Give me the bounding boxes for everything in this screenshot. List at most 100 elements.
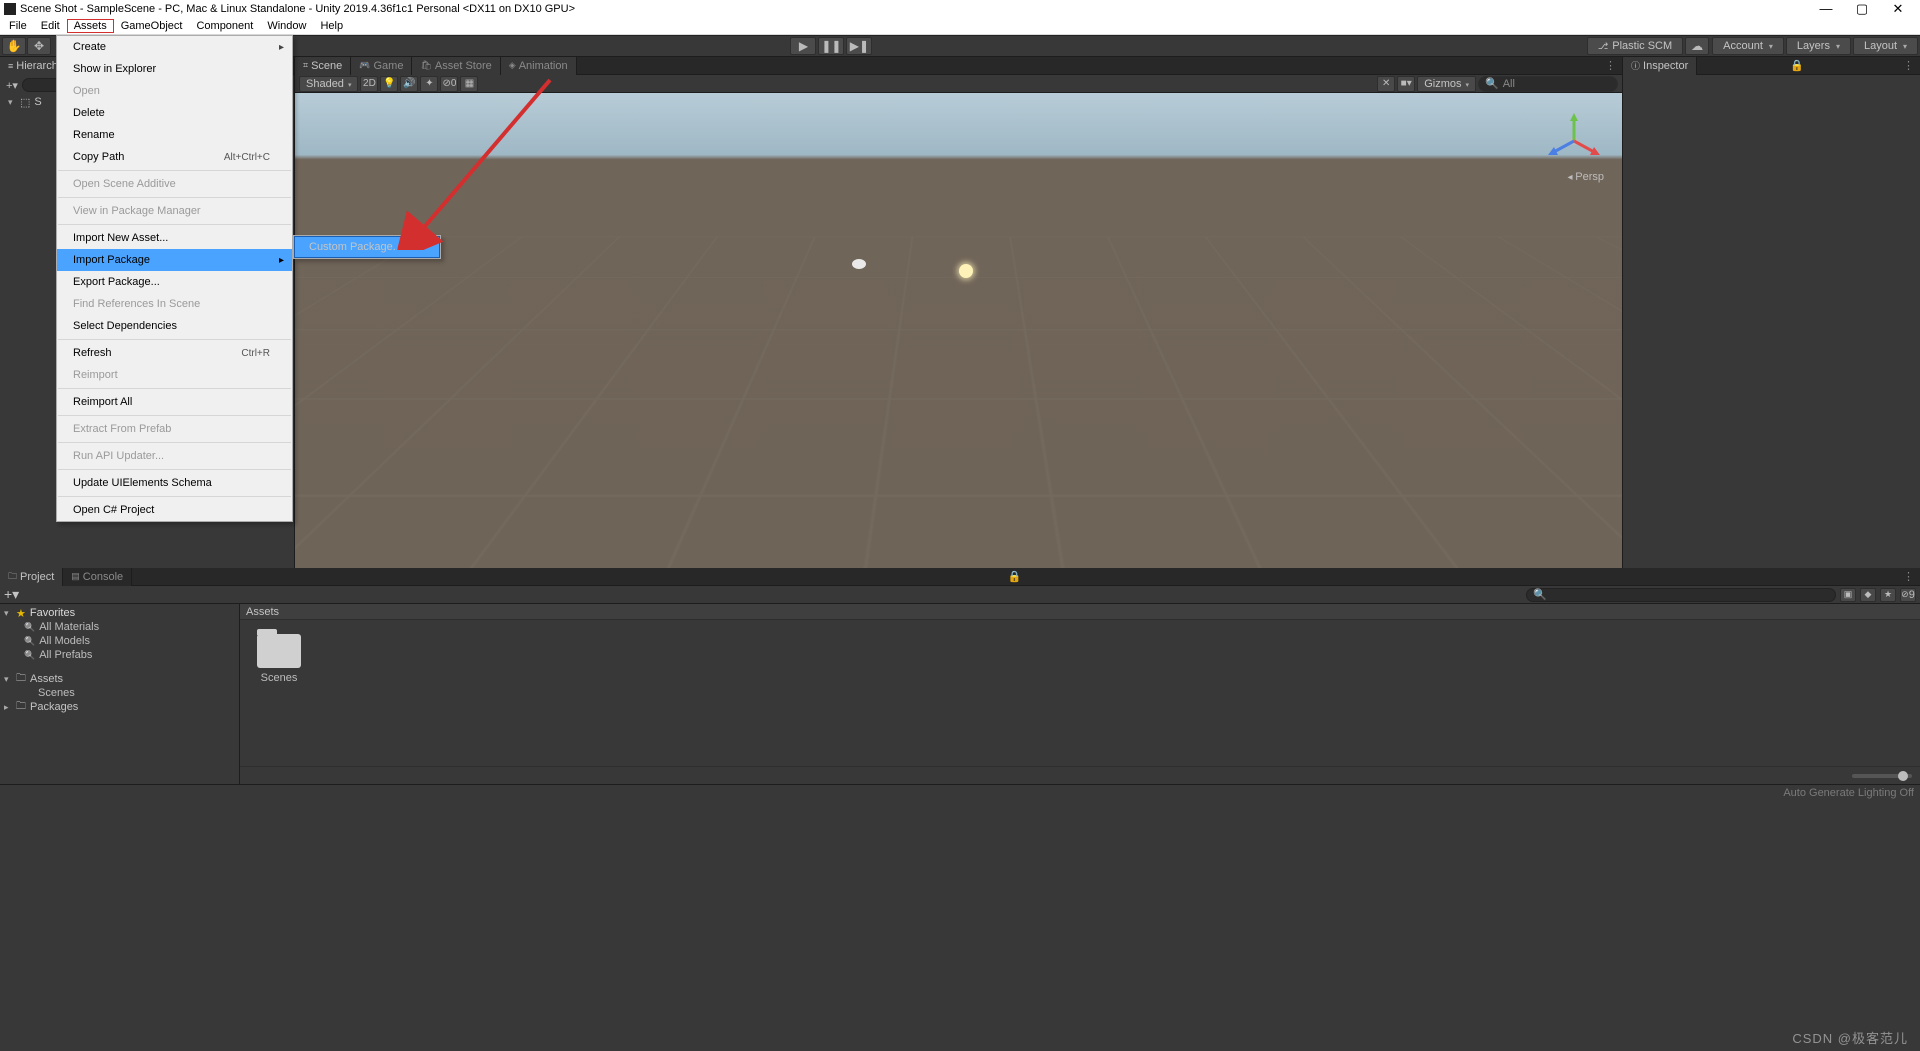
menu-create[interactable]: Create <box>57 36 292 58</box>
move-tool-button[interactable]: ✥ <box>27 37 51 55</box>
status-bar: Auto Generate Lighting Off <box>0 784 1920 802</box>
account-dropdown[interactable]: Account <box>1712 37 1784 55</box>
assets-folder[interactable]: ▾Assets <box>0 672 239 686</box>
thumbnail-size-slider[interactable] <box>1852 774 1912 778</box>
layers-dropdown[interactable]: Layers <box>1786 37 1851 55</box>
menu-window[interactable]: Window <box>260 19 313 33</box>
fx-toggle-icon[interactable]: ✦ <box>420 76 438 92</box>
unity-logo-icon: ⬚ <box>20 96 30 109</box>
menu-separator <box>58 197 291 198</box>
window-controls: — ▢ ✕ <box>1816 1 1916 17</box>
menu-refresh[interactable]: RefreshCtrl+R <box>57 342 292 364</box>
minimize-button[interactable]: — <box>1816 1 1836 17</box>
layout-dropdown[interactable]: Layout <box>1853 37 1918 55</box>
fav-all-prefabs[interactable]: All Prefabs <box>0 648 239 662</box>
game-tab-label: Game <box>374 60 404 72</box>
menu-open: Open <box>57 80 292 102</box>
inspector-panel: ⓘInspector 🔒 ⋮ <box>1623 57 1920 568</box>
lock-icon[interactable]: 🔒 <box>1784 59 1810 72</box>
console-tab-label: Console <box>83 571 123 583</box>
projection-label[interactable]: ◂ Persp <box>1567 171 1604 183</box>
tab-scene[interactable]: ⌗Scene <box>295 57 351 75</box>
packages-folder[interactable]: ▸Packages <box>0 700 239 714</box>
menu-update-uielements-schema[interactable]: Update UIElements Schema <box>57 472 292 494</box>
orientation-gizmo[interactable] <box>1544 111 1604 171</box>
menu-assets[interactable]: Assets <box>67 19 114 33</box>
project-search-input[interactable]: 🔍 <box>1526 588 1836 602</box>
close-button[interactable]: ✕ <box>1888 1 1908 17</box>
filter-by-type-icon[interactable]: ▣ <box>1840 588 1856 602</box>
play-button[interactable]: ▶ <box>790 37 816 55</box>
panel-menu-icon[interactable]: ⋮ <box>1599 59 1622 72</box>
folder-icon <box>257 634 301 668</box>
step-button[interactable]: ▶❚ <box>846 37 872 55</box>
menu-component[interactable]: Component <box>189 19 260 33</box>
console-icon: ▤ <box>71 571 80 582</box>
hand-tool-button[interactable]: ✋ <box>2 37 26 55</box>
grid-toggle-icon[interactable]: ▦ <box>460 76 478 92</box>
favorites-header[interactable]: ▾★Favorites <box>0 606 239 620</box>
menu-export-package[interactable]: Export Package... <box>57 271 292 293</box>
title-bar: Scene Shot - SampleScene - PC, Mac & Lin… <box>0 0 1920 17</box>
menu-reimport-all[interactable]: Reimport All <box>57 391 292 413</box>
menu-import-new-asset[interactable]: Import New Asset... <box>57 227 292 249</box>
folder-icon <box>16 671 26 688</box>
fav-all-materials[interactable]: All Materials <box>0 620 239 634</box>
submenu-custom-package[interactable]: Custom Package... <box>294 236 440 258</box>
tab-project[interactable]: 🗀Project <box>0 568 63 586</box>
tab-inspector[interactable]: ⓘInspector <box>1623 57 1697 75</box>
menu-select-dependencies[interactable]: Select Dependencies <box>57 315 292 337</box>
menu-help[interactable]: Help <box>313 19 350 33</box>
menu-separator <box>58 339 291 340</box>
animation-tab-label: Animation <box>519 60 568 72</box>
tab-asset-store[interactable]: 🛍Asset Store <box>412 57 500 75</box>
project-breadcrumb[interactable]: Assets <box>240 604 1920 620</box>
menu-rename[interactable]: Rename <box>57 124 292 146</box>
project-grid[interactable]: Scenes <box>240 620 1920 766</box>
tool-settings-icon[interactable]: ✕ <box>1377 76 1395 92</box>
tab-animation[interactable]: ◈Animation <box>501 57 577 75</box>
shading-mode-dropdown[interactable]: Shaded <box>299 76 358 92</box>
pause-button[interactable]: ❚❚ <box>818 37 844 55</box>
asset-scenes-folder[interactable]: Scenes <box>254 634 304 684</box>
menu-import-package[interactable]: Import Package <box>57 249 292 271</box>
2d-toggle[interactable]: 2D <box>360 76 378 92</box>
menu-bar: File Edit Assets GameObject Component Wi… <box>0 17 1920 35</box>
menu-file[interactable]: File <box>2 19 34 33</box>
scene-search-input[interactable]: 🔍All <box>1478 76 1618 92</box>
lighting-toggle-icon[interactable]: 💡 <box>380 76 398 92</box>
menu-edit[interactable]: Edit <box>34 19 67 33</box>
maximize-button[interactable]: ▢ <box>1852 1 1872 17</box>
audio-toggle-icon[interactable]: 🔊 <box>400 76 418 92</box>
tab-game[interactable]: 🎮Game <box>351 57 412 75</box>
scene-viewport[interactable]: ◂ Persp <box>295 93 1622 568</box>
import-package-submenu: Custom Package... <box>293 235 441 259</box>
menu-delete[interactable]: Delete <box>57 102 292 124</box>
filter-by-label-icon[interactable]: ◆ <box>1860 588 1876 602</box>
create-dropdown-icon[interactable]: +▾ <box>6 79 18 92</box>
list-icon: ≡ <box>8 61 13 71</box>
directional-light-gizmo-icon[interactable] <box>959 264 973 278</box>
create-asset-button[interactable]: +▾ <box>4 586 19 603</box>
shading-label: Shaded <box>306 78 344 90</box>
menu-copy-path[interactable]: Copy PathAlt+Ctrl+C <box>57 146 292 168</box>
panel-menu-icon[interactable]: ⋮ <box>1897 59 1920 72</box>
save-search-icon[interactable]: ★ <box>1880 588 1896 602</box>
menu-open-csharp-project[interactable]: Open C# Project <box>57 499 292 521</box>
menu-show-in-explorer[interactable]: Show in Explorer <box>57 58 292 80</box>
menu-gameobject[interactable]: GameObject <box>114 19 190 33</box>
camera-icon[interactable]: ■▾ <box>1397 76 1415 92</box>
lock-icon[interactable]: 🔒 <box>1002 570 1028 583</box>
tab-console[interactable]: ▤Console <box>63 568 132 586</box>
plastic-scm-button[interactable]: ⎇Plastic SCM <box>1587 37 1683 55</box>
gizmos-dropdown[interactable]: Gizmos <box>1417 76 1476 92</box>
unity-app-icon <box>4 3 16 15</box>
inspector-tab-label: Inspector <box>1643 60 1688 72</box>
menu-find-references: Find References In Scene <box>57 293 292 315</box>
scenes-folder[interactable]: Scenes <box>0 686 239 700</box>
fav-all-models[interactable]: All Models <box>0 634 239 648</box>
panel-menu-icon[interactable]: ⋮ <box>1897 570 1920 583</box>
hidden-toggle-icon[interactable]: ⊘0 <box>440 76 458 92</box>
cloud-button[interactable]: ☁ <box>1685 37 1709 55</box>
hidden-packages-icon[interactable]: ⊘9 <box>1900 588 1916 602</box>
